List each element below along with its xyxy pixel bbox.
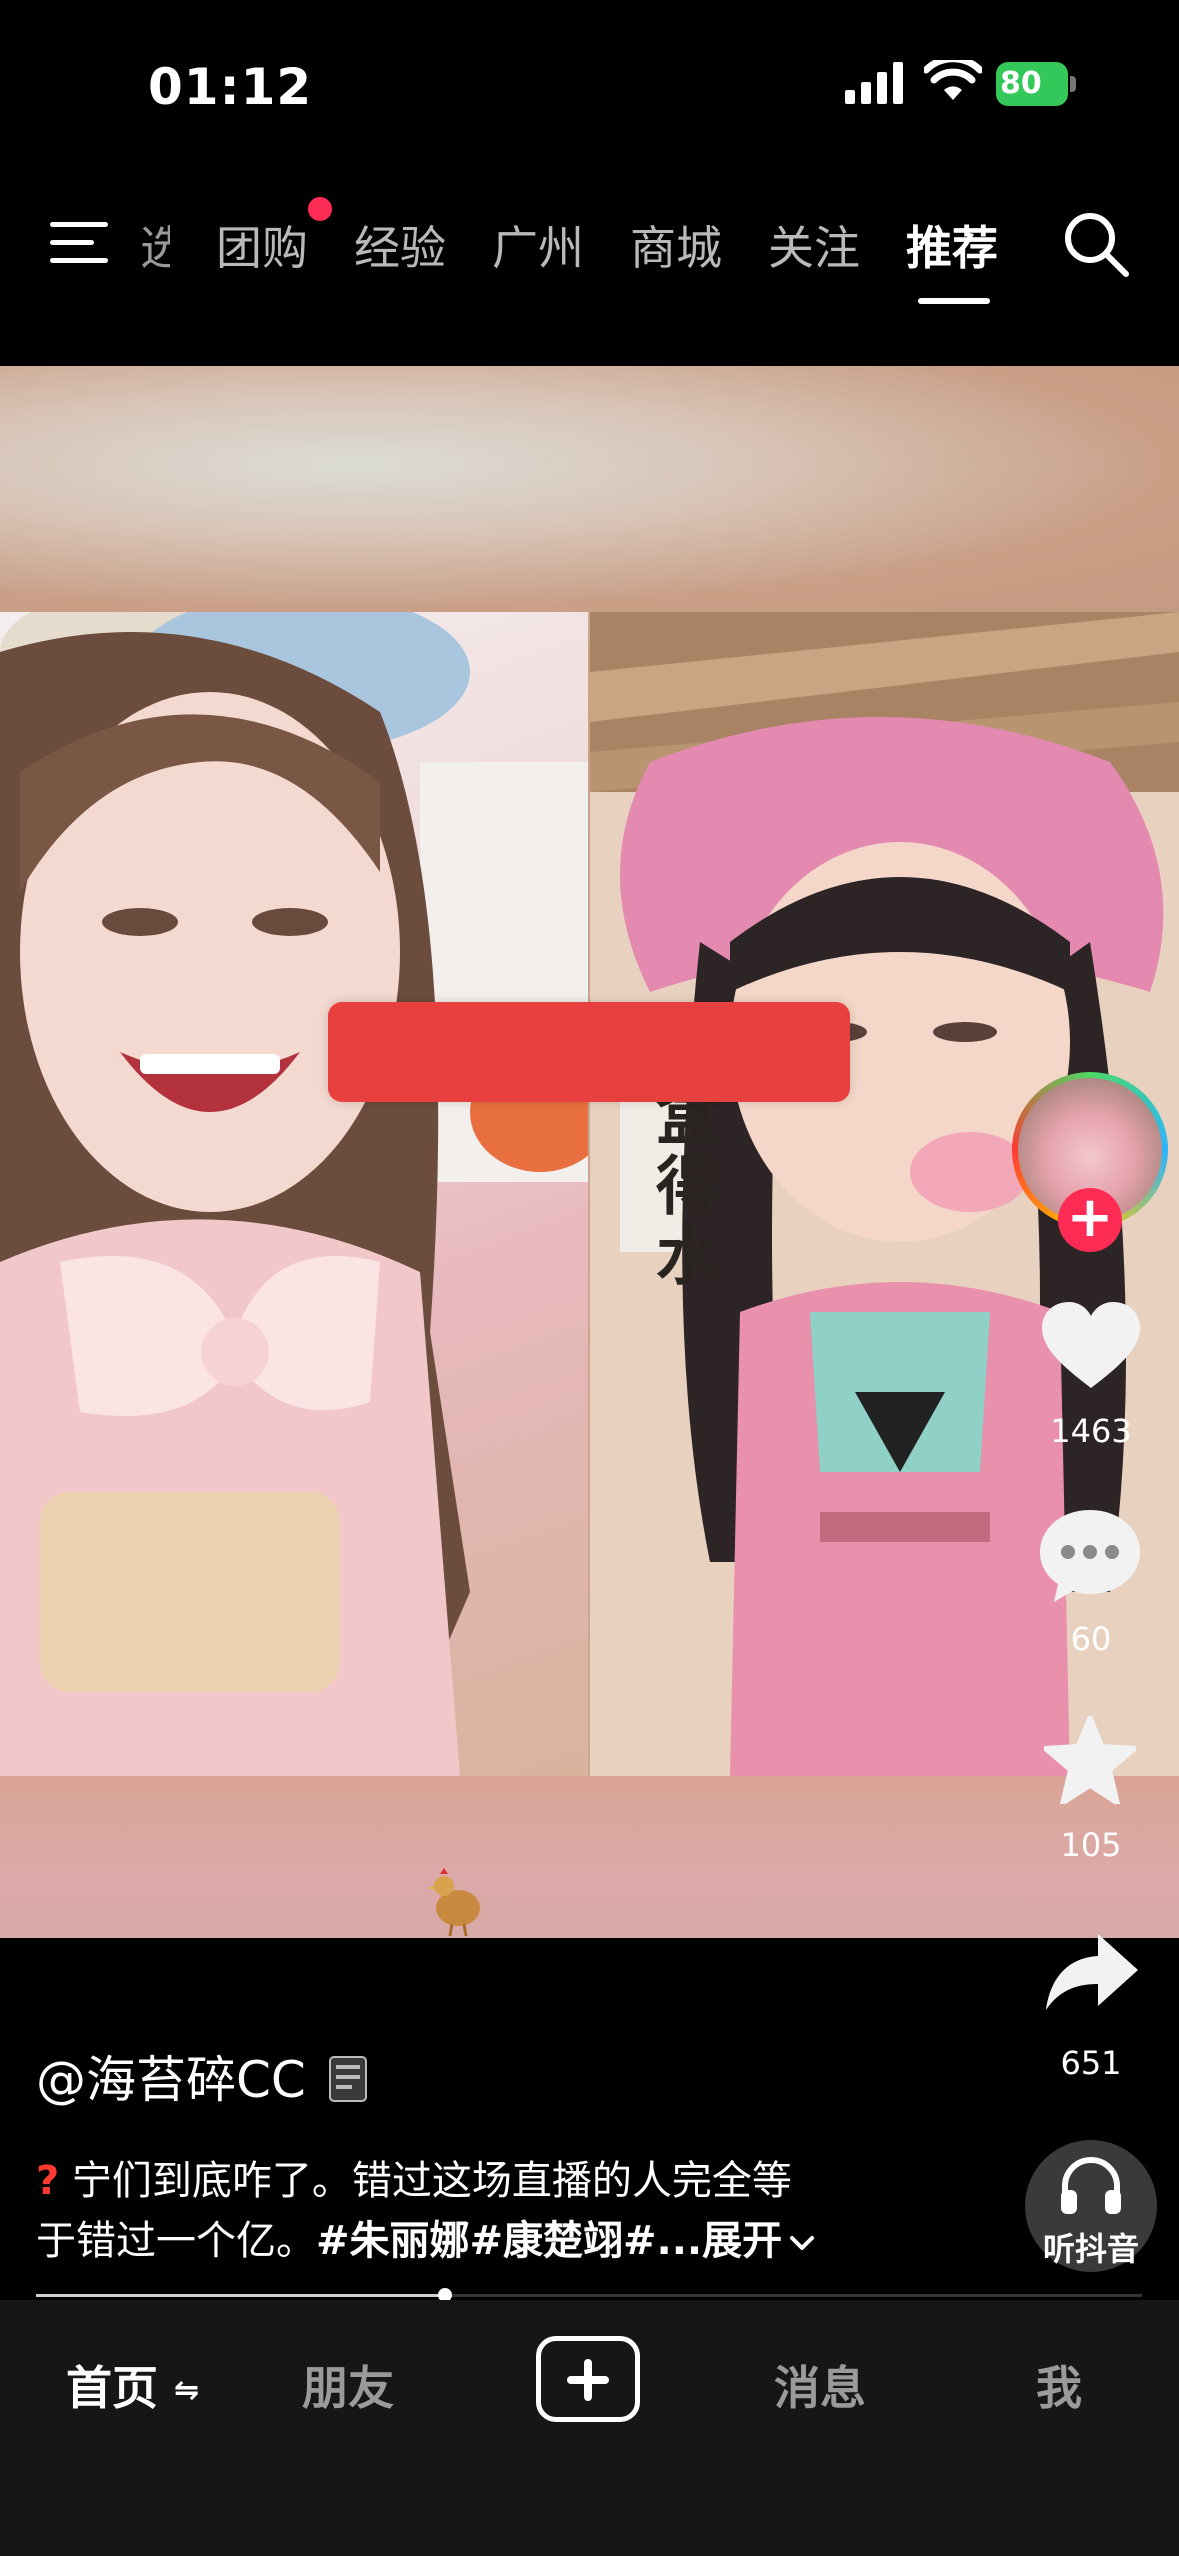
favorite-star-icon[interactable] — [1044, 1716, 1136, 1804]
video-player[interactable]: 吃盒得水 — [0, 366, 1179, 1938]
girl-left-illustration — [0, 612, 588, 1776]
notification-dot — [308, 197, 332, 221]
like-count: 1463 — [1050, 1412, 1132, 1450]
status-time: 01:12 — [148, 58, 313, 116]
tab-tuijian[interactable]: 推荐 — [906, 212, 998, 278]
listen-label: 听抖音 — [1042, 2230, 1139, 2268]
tab-partial[interactable]: 选 — [140, 212, 170, 278]
chevron-down-icon[interactable] — [788, 2234, 816, 2254]
tab-shangcheng[interactable]: 商城 — [630, 212, 722, 278]
expand-button[interactable]: 展开 — [702, 2218, 782, 2264]
desc-line2-text: 于错过一个亿。 — [36, 2218, 316, 2264]
author-handle[interactable]: @海苔碎CC — [36, 2051, 306, 2109]
video-panel-left — [0, 612, 588, 1776]
tab-me[interactable]: 我 — [1036, 2352, 1082, 2418]
hashtags[interactable]: #朱丽娜#康楚翊#... — [316, 2218, 702, 2264]
share-count: 651 — [1060, 2044, 1122, 2082]
question-mark-icon: ? — [36, 2158, 60, 2204]
video-blur-bottom — [0, 1776, 1179, 1938]
create-post-button[interactable] — [536, 2336, 640, 2422]
share-icon[interactable] — [1046, 1934, 1138, 2010]
tab-guanzhu[interactable]: 关注 — [768, 212, 860, 278]
search-icon[interactable] — [1062, 210, 1130, 278]
tab-home[interactable]: 首页 ⇋ — [66, 2352, 199, 2418]
wifi-icon — [924, 60, 982, 100]
desc-line1-text: 宁们到底咋了。错过这场直播的人完全等 — [71, 2158, 792, 2204]
video-blur-top — [0, 366, 1179, 612]
cellular-signal-icon — [845, 62, 903, 104]
like-heart-icon[interactable] — [1042, 1302, 1140, 1390]
listen-douyin-button[interactable]: 听抖音 — [1025, 2140, 1157, 2272]
tab-tuangou[interactable]: 团购 — [216, 212, 308, 278]
tab-home-label: 首页 — [66, 2361, 158, 2415]
swap-icon: ⇋ — [174, 2373, 200, 2408]
comment-count: 60 — [1070, 1620, 1112, 1658]
battery-icon: 80 — [996, 62, 1076, 106]
tab-messages[interactable]: 消息 — [774, 2352, 866, 2418]
post-description-line1: ? 宁们到底咋了。错过这场直播的人完全等 — [36, 2148, 792, 2206]
notebook-icon — [328, 2056, 367, 2102]
favorite-count: 105 — [1060, 1826, 1122, 1864]
post-description-line2: 于错过一个亿。#朱丽娜#康楚翊#...展开 — [36, 2208, 816, 2266]
tab-friends[interactable]: 朋友 — [302, 2352, 394, 2418]
video-progress-fill — [36, 2294, 446, 2297]
follow-button[interactable]: + — [1058, 1188, 1122, 1252]
tab-guangzhou[interactable]: 广州 — [492, 212, 584, 278]
tab-jingyan[interactable]: 经验 — [354, 212, 446, 278]
battery-level: 80 — [996, 62, 1068, 106]
chicken-sticker-icon — [428, 1868, 480, 1936]
video-caption-banner — [328, 1002, 850, 1102]
comment-icon[interactable] — [1040, 1510, 1140, 1604]
menu-icon[interactable] — [50, 220, 112, 266]
plus-icon — [567, 2359, 609, 2401]
author-name[interactable]: @海苔碎CC — [36, 2040, 368, 2112]
headphones-icon — [1061, 2157, 1121, 2214]
active-tab-indicator — [918, 298, 990, 304]
